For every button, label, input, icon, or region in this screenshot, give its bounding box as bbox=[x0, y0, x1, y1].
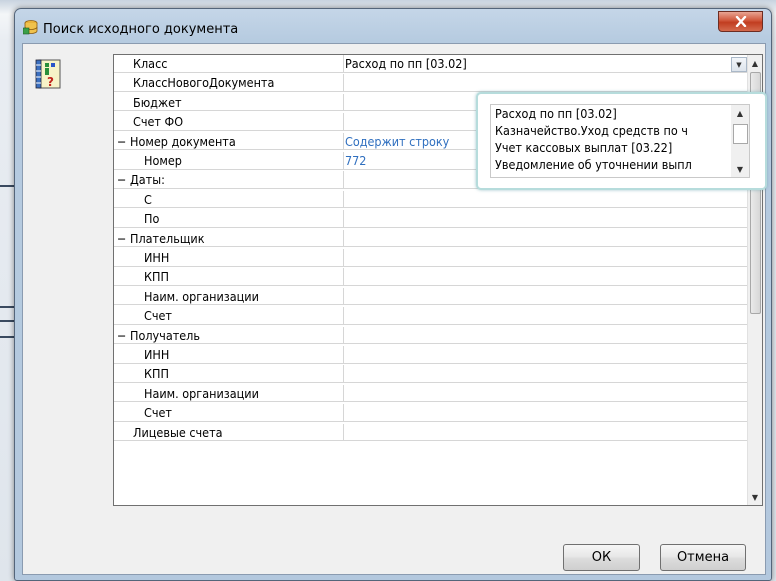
property-value[interactable] bbox=[345, 74, 750, 91]
class-options-list[interactable]: Расход по пп [03.02] Казначейство.Уход ср… bbox=[490, 104, 750, 178]
property-name: ИНН bbox=[114, 346, 344, 363]
property-name: С bbox=[114, 190, 344, 208]
ok-button[interactable]: ОК bbox=[563, 544, 640, 571]
property-name: Наим. организации bbox=[114, 287, 344, 305]
class-option[interactable]: Уведомление об уточнении выпл bbox=[491, 156, 720, 173]
property-row[interactable]: КПП bbox=[114, 365, 750, 383]
scroll-down-icon[interactable]: ▼ bbox=[731, 161, 749, 177]
property-row[interactable]: ИНН bbox=[114, 346, 750, 364]
title-bar[interactable]: Поиск исходного документа bbox=[15, 9, 771, 41]
close-icon bbox=[735, 16, 746, 27]
property-value[interactable] bbox=[345, 268, 750, 285]
property-value[interactable] bbox=[345, 327, 750, 344]
background-line bbox=[0, 320, 14, 322]
property-value[interactable] bbox=[345, 249, 750, 266]
property-value[interactable] bbox=[345, 385, 750, 402]
property-name: Класс bbox=[114, 55, 344, 72]
dialog-body: ? Класс Расход по пп [03.02] КлассНовогоДо… bbox=[22, 43, 767, 575]
property-name: Счет bbox=[114, 404, 344, 421]
property-name: КПП bbox=[114, 268, 344, 285]
scroll-up-icon[interactable]: ▲ bbox=[748, 55, 762, 71]
property-value[interactable] bbox=[345, 210, 750, 227]
property-row[interactable]: КлассНовогоДокумента bbox=[114, 74, 750, 92]
property-name: Бюджет bbox=[114, 93, 344, 111]
property-name: Счет bbox=[114, 307, 344, 324]
property-row[interactable]: Счет bbox=[114, 307, 750, 325]
property-row[interactable]: Класс Расход по пп [03.02] bbox=[114, 55, 750, 73]
property-value[interactable] bbox=[345, 288, 750, 305]
background-line bbox=[0, 336, 14, 338]
property-name: КПП bbox=[114, 365, 344, 382]
property-value[interactable] bbox=[345, 365, 750, 382]
property-name: Номер bbox=[114, 152, 344, 169]
property-value[interactable] bbox=[345, 307, 750, 324]
svg-text:?: ? bbox=[47, 75, 54, 89]
property-row[interactable]: Лицевые счета bbox=[114, 423, 750, 442]
property-name: КлассНовогоДокумента bbox=[114, 74, 344, 91]
property-value[interactable] bbox=[345, 191, 750, 208]
scroll-down-icon[interactable]: ▼ bbox=[748, 489, 762, 505]
property-value[interactable] bbox=[345, 404, 750, 421]
property-row[interactable]: − Получатель bbox=[114, 326, 750, 345]
close-button[interactable] bbox=[718, 11, 763, 32]
property-name: − Даты: bbox=[114, 171, 344, 188]
chevron-down-icon: ▼ bbox=[736, 60, 742, 69]
property-row[interactable]: ИНН bbox=[114, 249, 750, 267]
property-name: − Получатель bbox=[114, 326, 344, 344]
property-row[interactable]: − Плательщик bbox=[114, 229, 750, 248]
property-value[interactable] bbox=[345, 230, 750, 247]
class-dropdown-popup: Расход по пп [03.02] Казначейство.Уход ср… bbox=[476, 92, 767, 190]
search-dialog: Поиск исходного документа ? Класс Расход … bbox=[14, 8, 772, 581]
class-option[interactable]: Расход по пп [03.02] bbox=[491, 105, 720, 122]
property-name: Счет ФО bbox=[114, 113, 344, 130]
scroll-thumb[interactable] bbox=[733, 124, 748, 144]
property-name: Лицевые счета bbox=[114, 423, 344, 441]
popup-scrollbar[interactable]: ▲ ▼ bbox=[731, 105, 749, 177]
cancel-button[interactable]: Отмена bbox=[660, 544, 746, 571]
background-line bbox=[0, 306, 14, 308]
property-row[interactable]: Наим. организации bbox=[114, 287, 750, 306]
database-icon bbox=[23, 20, 38, 35]
background-line bbox=[0, 185, 14, 187]
class-option[interactable]: Учет кассовых выплат [03.22] bbox=[491, 139, 720, 156]
property-name: ИНН bbox=[114, 249, 344, 266]
property-row[interactable]: С bbox=[114, 190, 750, 209]
scroll-up-icon[interactable]: ▲ bbox=[731, 105, 749, 121]
property-row[interactable]: КПП bbox=[114, 268, 750, 286]
window-title: Поиск исходного документа bbox=[43, 22, 239, 37]
class-dropdown-button[interactable]: ▼ bbox=[731, 57, 747, 72]
class-option[interactable]: Казначейство.Уход средств по ч bbox=[491, 122, 720, 139]
property-name: − Плательщик bbox=[114, 229, 344, 247]
property-row[interactable]: Наим. организации bbox=[114, 384, 750, 403]
property-name: Наим. организации bbox=[114, 384, 344, 402]
property-value[interactable]: Расход по пп [03.02] bbox=[345, 55, 750, 72]
property-row[interactable]: По bbox=[114, 210, 750, 228]
property-name: − Номер документа bbox=[114, 132, 344, 150]
property-row[interactable]: Счет bbox=[114, 404, 750, 422]
property-name: По bbox=[114, 210, 344, 227]
help-notebook-icon: ? bbox=[35, 59, 61, 89]
property-value[interactable] bbox=[345, 424, 750, 441]
property-value[interactable] bbox=[345, 346, 750, 363]
